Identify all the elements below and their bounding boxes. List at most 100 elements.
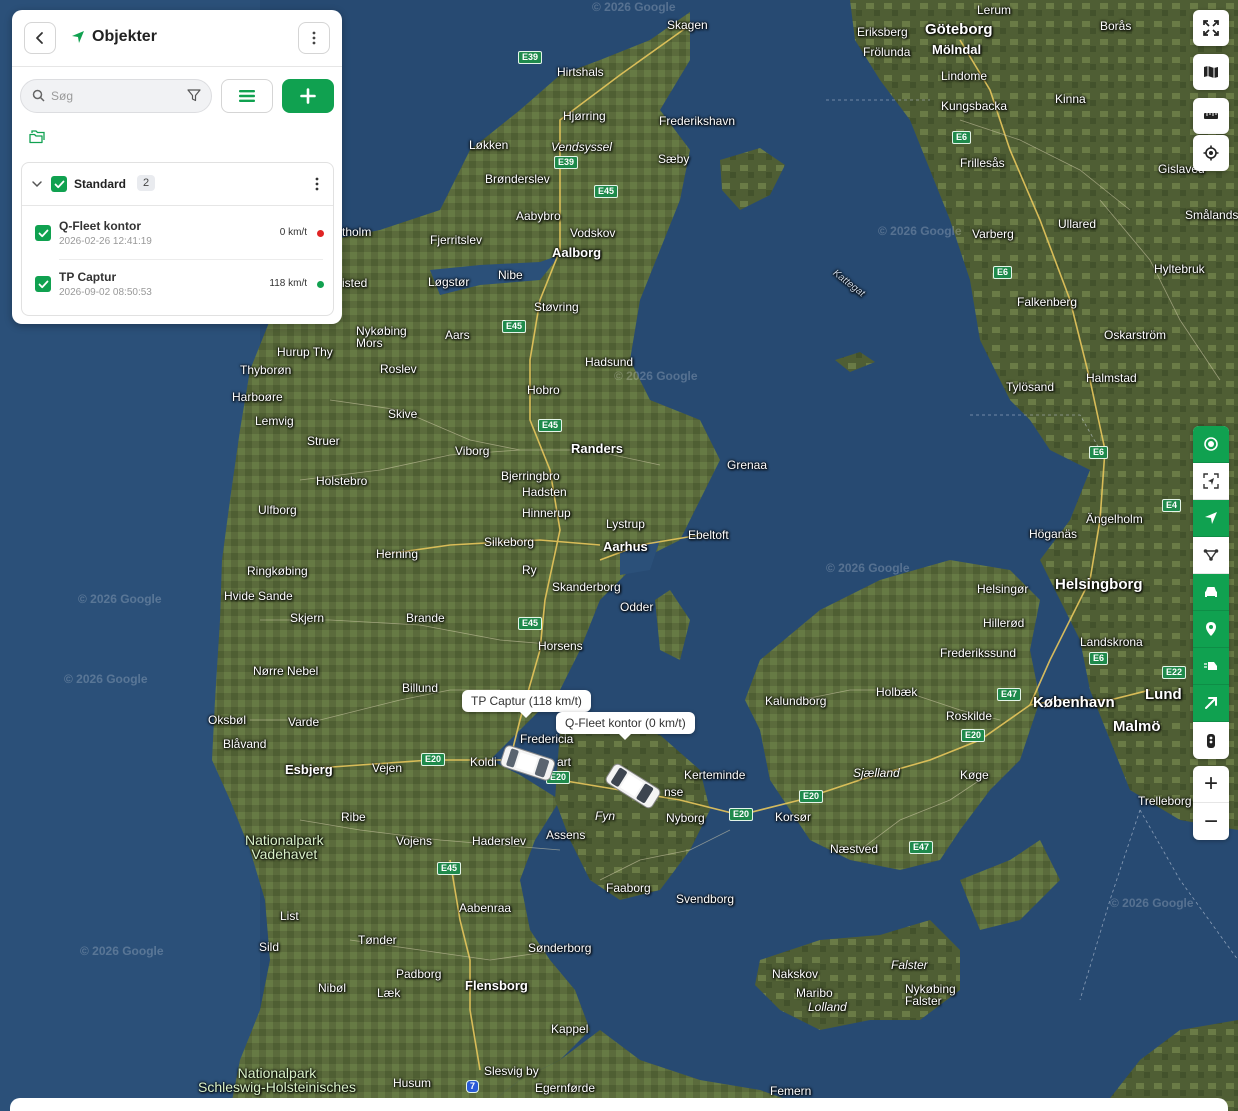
place-label: Aabybro [516,209,561,223]
place-label: Køge [960,768,989,782]
highway-shield: E45 [538,419,563,432]
status-dot [317,230,324,237]
place-label: Harboøre [232,390,283,404]
place-label: Holstebro [316,474,368,488]
place-label: Nakskov [772,967,819,981]
place-label: Halmstad [1086,371,1137,385]
place-label: Sild [259,940,280,954]
map-watermark: © 2026 Google [826,561,910,575]
place-label: Randers [571,441,624,456]
layer-toggle-places[interactable] [1193,611,1229,648]
place-label: Ullared [1058,217,1097,231]
highway-shield: E45 [518,617,543,630]
zoom-in-button[interactable]: + [1193,766,1229,803]
place-label: Skjern [290,611,325,625]
navigation-arrow-icon [1205,512,1217,524]
place-label: Hadsten [522,485,567,499]
place-label: Hobro [527,383,560,397]
layer-toggle-vehicles[interactable] [1193,574,1229,611]
place-label: Ängelholm [1086,512,1143,526]
object-row[interactable]: Q-Fleet kontor 2026-02-26 12:41:19 0 km/… [22,210,333,260]
locate-button[interactable] [1193,135,1229,171]
place-label: Egernførde [535,1081,596,1095]
layer-toggle-traffic-lights[interactable] [1193,722,1229,759]
vehicle-marker[interactable] [598,760,668,812]
place-label: Kinna [1055,92,1086,106]
layer-toggle-objects[interactable] [1193,500,1229,537]
place-label: Skagen [667,18,708,32]
object-checkbox[interactable] [35,225,51,241]
place-label: Viborg [455,444,490,458]
place-label: Næstved [830,842,879,856]
back-button[interactable] [24,22,56,54]
search-row [20,79,334,113]
map-watermark: © 2026 Google [878,224,962,238]
chevron-left-icon [36,32,43,44]
place-label: Landskrona [1080,635,1143,649]
objects-panel: Objekter Standard 2 [12,10,342,324]
place-label: Padborg [396,967,442,981]
place-label: Oskarström [1104,328,1167,342]
place-label: Trelleborg [1138,794,1192,808]
fullscreen-button[interactable] [1193,10,1229,46]
layer-toggle-traffic[interactable] [1193,648,1229,685]
place-label: Skanderborg [552,580,621,594]
place-label: Malmö [1113,718,1161,735]
place-label: Hirtshals [557,65,604,79]
kebab-icon [312,31,316,45]
place-label: Aars [445,328,470,342]
object-checkbox[interactable] [35,276,51,292]
group-menu-button[interactable] [307,174,327,194]
search-box[interactable] [20,79,212,113]
layer-toggle-geofence[interactable] [1193,426,1229,463]
vehicle-tooltip[interactable]: TP Captur (118 km/t) [462,690,591,718]
place-label: Løgstør [428,275,470,289]
place-label: Aalborg [552,245,602,260]
place-label: Lund [1145,686,1182,703]
highway-shield: E45 [437,862,462,875]
ruler-button[interactable] [1193,98,1229,134]
object-row[interactable]: TP Captur 2026-09-02 08:50:53 118 km/t [22,261,333,311]
place-label: Maribo [796,986,833,1000]
group-count-badge: 2 [137,175,156,191]
layer-toggle-directions[interactable] [1193,685,1229,722]
place-label: Nationalpark Schleswig-Holsteinisches [198,1065,356,1095]
zoom-out-button[interactable]: − [1193,803,1229,840]
map-type-button[interactable] [1193,54,1229,90]
truck-speed-icon [1204,662,1217,670]
vehicle-marker[interactable] [496,742,560,782]
place-label: Hinnerup [522,506,571,520]
layer-toggle-stack [1193,426,1229,759]
place-label: Silkeborg [484,535,535,549]
highway-shield: E20 [729,808,754,821]
object-group: Standard 2 Q-Fleet kontor 2026-02-26 12:… [21,162,334,316]
place-label: Smålands [1185,208,1238,222]
place-label: Femern [770,1084,812,1098]
arrow-up-right-icon [1205,697,1217,709]
panel-menu-button[interactable] [298,22,330,54]
bottom-bar [10,1098,1228,1111]
list-view-button[interactable] [221,79,273,113]
place-label: Nykøbing Mors [356,324,407,350]
vehicle-tooltip[interactable]: Q-Fleet kontor (0 km/t) [556,712,695,740]
place-label: Kungsbacka [941,99,1008,113]
highway-shield: 7 [466,1080,480,1093]
folders-icon[interactable] [29,129,47,144]
traffic-light-icon [1207,733,1215,748]
chevron-down-icon[interactable] [31,178,43,190]
place-label: Lystrup [606,517,645,531]
search-input[interactable] [51,87,171,105]
add-object-button[interactable] [282,79,334,113]
group-checkbox[interactable] [51,176,67,192]
place-label: Kalundborg [765,694,827,708]
group-header[interactable]: Standard 2 [22,163,333,206]
highway-shield: E39 [554,156,579,169]
layer-toggle-focus[interactable] [1193,463,1229,500]
object-timestamp: 2026-09-02 08:50:53 [59,287,152,298]
place-label: Sønderborg [528,941,592,955]
place-label: Vejen [372,761,403,775]
filter-icon[interactable] [187,89,201,102]
place-label: Læk [377,986,401,1000]
layer-toggle-routes[interactable] [1193,537,1229,574]
highway-shield: E6 [1089,652,1109,665]
